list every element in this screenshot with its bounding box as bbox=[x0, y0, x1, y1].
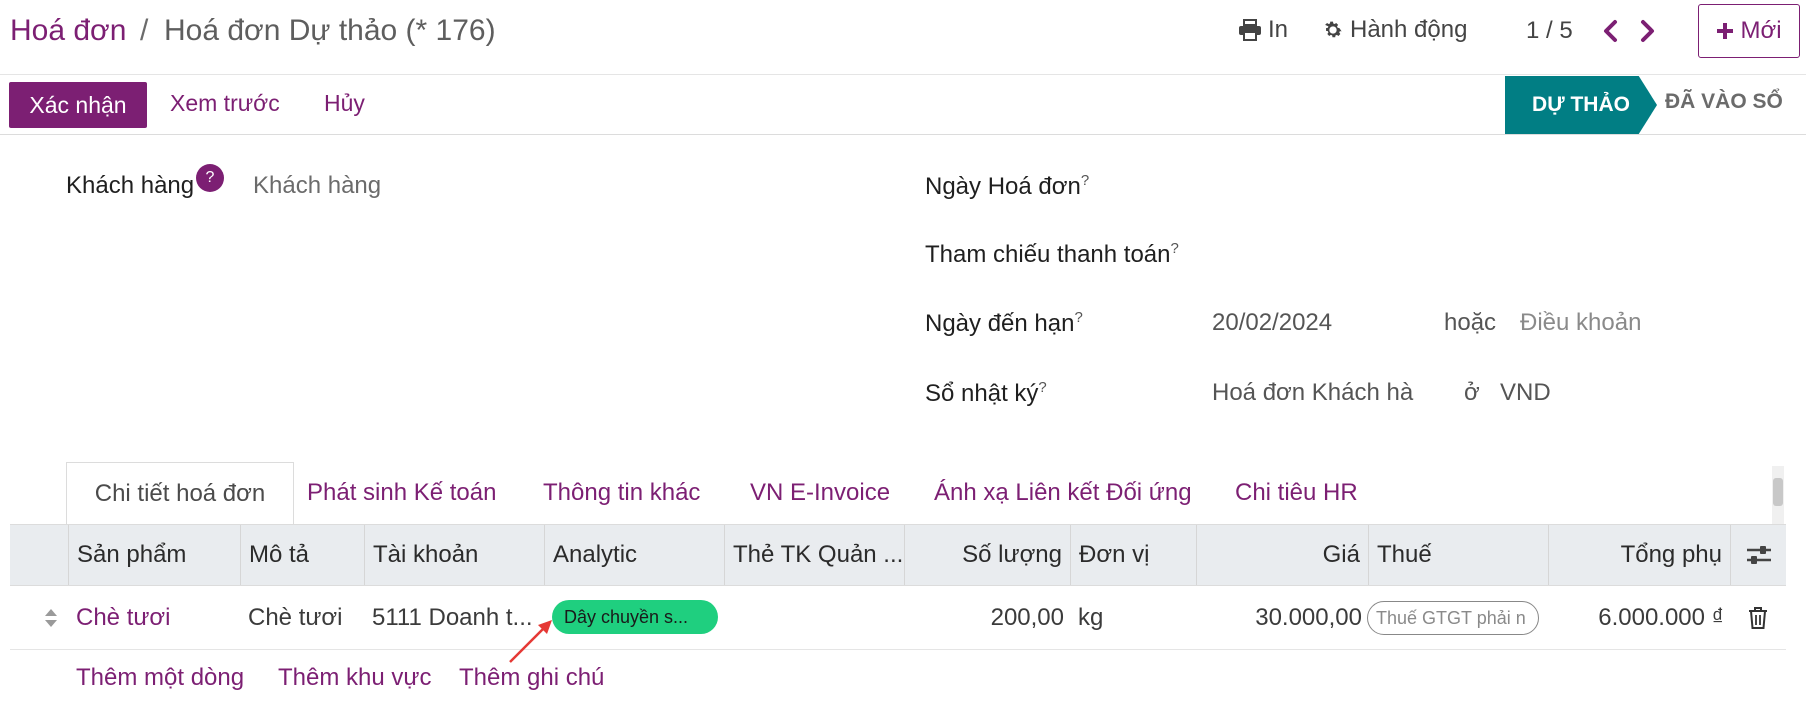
column-subtotal[interactable]: Tổng phụ bbox=[1548, 525, 1730, 585]
column-analytic[interactable]: Analytic bbox=[544, 525, 724, 585]
invoice-date-label: Ngày Hoá đơn? bbox=[925, 172, 1089, 201]
row-drag-handle[interactable] bbox=[38, 586, 64, 650]
cancel-button[interactable]: Hủy bbox=[324, 90, 365, 117]
notebook-tabs: Chi tiết hoá đơn Phát sinh Kế toán Thông… bbox=[10, 462, 1770, 524]
column-taxes[interactable]: Thuế bbox=[1368, 525, 1548, 585]
column-quantity[interactable]: Số lượng bbox=[904, 525, 1070, 585]
journal-field[interactable]: Hoá đơn Khách hà bbox=[1212, 379, 1422, 407]
help-mark: ? bbox=[1074, 309, 1083, 326]
breadcrumb-root-link[interactable]: Hoá đơn bbox=[10, 14, 126, 48]
payment-terms-field[interactable]: Điều khoản bbox=[1520, 309, 1641, 337]
or-text: hoặc bbox=[1444, 309, 1497, 336]
action-menu-button[interactable]: Hành động bbox=[1322, 16, 1467, 44]
row-uom[interactable]: kg bbox=[1078, 586, 1188, 650]
row-price[interactable]: 30.000,00 bbox=[1196, 586, 1362, 650]
tab-hr-expense[interactable]: Chi tiêu HR bbox=[1235, 462, 1358, 524]
add-section-link[interactable]: Thêm khu vực bbox=[278, 664, 431, 692]
sliders-icon bbox=[1746, 546, 1771, 564]
row-description[interactable]: Chè tươi bbox=[248, 586, 360, 650]
plus-icon bbox=[1717, 23, 1734, 39]
journal-label-text: Sổ nhật ký bbox=[925, 380, 1039, 407]
row-delete-button[interactable] bbox=[1730, 586, 1786, 650]
analytic-tag[interactable]: Dây chuyền s... bbox=[552, 600, 718, 634]
invoice-date-label-text: Ngày Hoá đơn bbox=[925, 173, 1081, 200]
row-subtotal: 6.000.000 ₫ bbox=[1598, 604, 1724, 631]
add-line-link[interactable]: Thêm một dòng bbox=[76, 664, 244, 692]
customer-label: Khách hàng bbox=[66, 172, 195, 199]
trash-icon bbox=[1749, 607, 1767, 629]
column-analytic-tags[interactable]: Thẻ TK Quản ... bbox=[724, 525, 904, 585]
table-header: Sản phẩm Mô tả Tài khoản Analytic Thẻ TK… bbox=[10, 524, 1786, 586]
row-product[interactable]: Chè tươi bbox=[76, 586, 236, 650]
help-icon[interactable]: ? bbox=[196, 164, 224, 192]
action-label: Hành động bbox=[1350, 16, 1468, 43]
breadcrumb-current: Hoá đơn Dự thảo (* 176) bbox=[164, 14, 496, 47]
chevron-left-icon bbox=[1604, 20, 1617, 42]
pager-counter[interactable]: 1 / 5 bbox=[1526, 17, 1573, 45]
annotation-arrow-icon bbox=[509, 620, 552, 663]
column-product[interactable]: Sản phẩm bbox=[68, 525, 240, 585]
due-date-label: Ngày đến hạn? bbox=[925, 309, 1083, 338]
tab-other-info[interactable]: Thông tin khác bbox=[543, 462, 700, 524]
pager-previous-button[interactable] bbox=[1596, 14, 1626, 48]
scrollbar-thumb[interactable] bbox=[1773, 478, 1783, 506]
payment-reference-field[interactable] bbox=[1212, 234, 1772, 270]
chevron-right-icon bbox=[1641, 20, 1654, 42]
tab-invoice-lines[interactable]: Chi tiết hoá đơn bbox=[66, 462, 294, 524]
column-uom[interactable]: Đơn vị bbox=[1070, 525, 1196, 585]
new-label: Mới bbox=[1740, 17, 1782, 44]
payment-reference-label: Tham chiếu thanh toán? bbox=[925, 240, 1179, 269]
print-button[interactable]: In bbox=[1238, 16, 1288, 44]
in-text: ở bbox=[1464, 379, 1480, 406]
breadcrumb-separator: / bbox=[140, 14, 149, 47]
optional-columns-toggle[interactable] bbox=[1730, 525, 1786, 585]
help-mark: ? bbox=[1038, 379, 1047, 396]
tax-input[interactable]: Thuế GTGT phải n bbox=[1367, 601, 1539, 635]
tab-counterpart-mapping[interactable]: Ánh xạ Liên kết Đối ứng bbox=[934, 462, 1192, 524]
due-date-field[interactable]: 20/02/2024 bbox=[1212, 309, 1332, 337]
help-mark: ? bbox=[1170, 240, 1179, 257]
column-price[interactable]: Giá bbox=[1196, 525, 1368, 585]
confirm-button[interactable]: Xác nhận bbox=[9, 82, 147, 128]
tab-vn-einvoice[interactable]: VN E-Invoice bbox=[750, 462, 890, 524]
sort-handle-icon bbox=[45, 609, 57, 627]
pager-next-button[interactable] bbox=[1632, 14, 1662, 48]
customer-field[interactable]: Khách hàng bbox=[253, 172, 553, 200]
invoice-date-field[interactable] bbox=[1212, 166, 1772, 202]
printer-icon bbox=[1239, 19, 1261, 41]
column-account[interactable]: Tài khoản bbox=[364, 525, 544, 585]
new-record-button[interactable]: Mới bbox=[1698, 4, 1800, 58]
tab-journal-items[interactable]: Phát sinh Kế toán bbox=[307, 462, 496, 524]
help-mark: ? bbox=[1080, 172, 1090, 189]
due-date-label-text: Ngày đến hạn bbox=[925, 310, 1075, 337]
column-description[interactable]: Mô tả bbox=[240, 525, 364, 585]
status-posted[interactable]: ĐÃ VÀO SỔ bbox=[1665, 90, 1783, 114]
row-quantity[interactable]: 200,00 bbox=[904, 586, 1064, 650]
add-note-link[interactable]: Thêm ghi chú bbox=[459, 664, 604, 692]
status-draft[interactable]: DỰ THẢO bbox=[1505, 76, 1657, 134]
journal-label: Sổ nhật ký? bbox=[925, 379, 1047, 408]
payment-reference-label-text: Tham chiếu thanh toán bbox=[925, 241, 1171, 268]
print-label: In bbox=[1268, 16, 1289, 43]
currency-field[interactable]: VND bbox=[1500, 379, 1551, 407]
preview-button[interactable]: Xem trước bbox=[170, 90, 280, 117]
gear-icon bbox=[1325, 21, 1342, 38]
